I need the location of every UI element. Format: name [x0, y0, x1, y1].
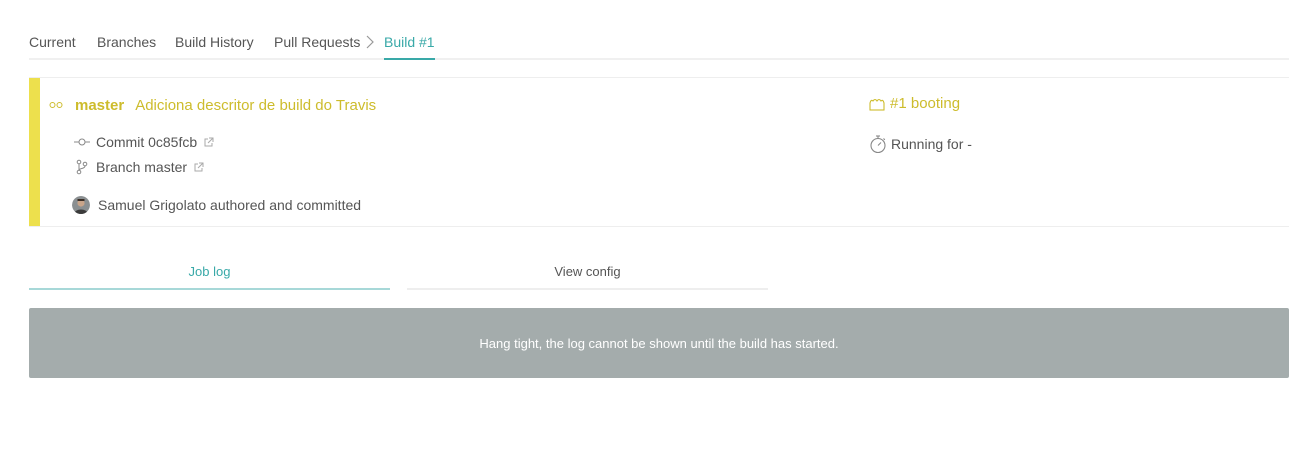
tab-branches[interactable]: Branches — [97, 34, 156, 50]
commit-link[interactable]: Commit 0c85fcb — [74, 134, 214, 150]
tab-build-history[interactable]: Build History — [175, 34, 254, 50]
tab-view-config[interactable]: View config — [407, 254, 768, 290]
tab-pull-requests[interactable]: Pull Requests — [274, 34, 360, 50]
commit-label: Commit 0c85fcb — [96, 134, 198, 150]
build-tabs: Current Branches Build History Pull Requ… — [29, 26, 1289, 60]
branch-link[interactable]: Branch master — [74, 159, 204, 175]
job-status-text: #1 booting — [890, 95, 961, 112]
chevron-right-icon — [366, 35, 374, 49]
dots-icon — [49, 102, 63, 108]
build-title-row: master Adiciona descritor de build do Tr… — [49, 95, 376, 115]
avatar — [72, 196, 90, 214]
tab-job-log[interactable]: Job log — [29, 254, 390, 290]
tab-current[interactable]: Current — [29, 34, 76, 50]
build-state-stripe — [29, 78, 40, 226]
external-link-icon — [194, 162, 204, 171]
tab-build[interactable]: Build #1 — [384, 34, 435, 60]
commit-message: Adiciona descritor de build do Travis — [135, 96, 377, 114]
job-status[interactable]: #1 booting — [869, 95, 960, 112]
branch-icon — [76, 159, 88, 175]
log-panel: Hang tight, the log cannot be shown unti… — [29, 308, 1289, 378]
author-text: Samuel Grigolato authored and committed — [98, 197, 362, 213]
build-card: master Adiciona descritor de build do Tr… — [29, 77, 1289, 227]
log-placeholder-message: Hang tight, the log cannot be shown unti… — [479, 335, 839, 351]
commit-icon — [74, 138, 90, 146]
running-time: Running for - — [869, 134, 972, 154]
booting-icon — [869, 98, 885, 111]
author-line: Samuel Grigolato authored and committed — [72, 196, 361, 214]
running-text: Running for - — [891, 136, 972, 152]
branch-name[interactable]: master — [75, 97, 124, 114]
external-link-icon — [204, 137, 214, 146]
stopwatch-icon — [870, 135, 886, 154]
branch-label: Branch master — [96, 159, 188, 175]
